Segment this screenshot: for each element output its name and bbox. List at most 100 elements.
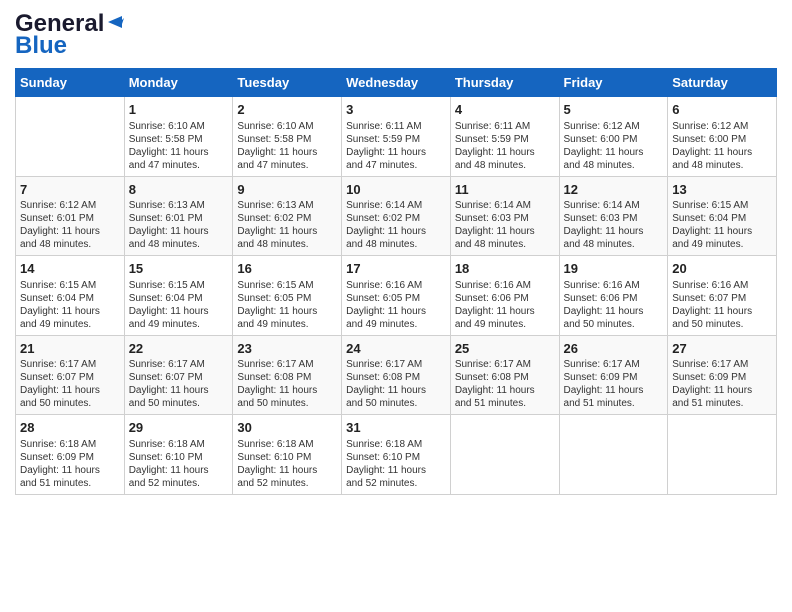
day-number: 14 [20,260,120,278]
day-cell: 21Sunrise: 6:17 AM Sunset: 6:07 PM Dayli… [16,335,125,415]
day-info: Sunrise: 6:11 AM Sunset: 5:59 PM Dayligh… [455,120,555,172]
day-info: Sunrise: 6:17 AM Sunset: 6:08 PM Dayligh… [237,358,337,410]
day-info: Sunrise: 6:18 AM Sunset: 6:10 PM Dayligh… [346,438,446,490]
day-number: 28 [20,419,120,437]
day-cell [16,97,125,177]
day-info: Sunrise: 6:18 AM Sunset: 6:10 PM Dayligh… [129,438,229,490]
day-number: 23 [237,340,337,358]
day-number: 22 [129,340,229,358]
day-number: 8 [129,181,229,199]
day-cell: 5Sunrise: 6:12 AM Sunset: 6:00 PM Daylig… [559,97,668,177]
day-cell: 10Sunrise: 6:14 AM Sunset: 6:02 PM Dayli… [342,176,451,256]
day-number: 30 [237,419,337,437]
calendar-container: General Blue SundayMondayTuesdayWednesda… [0,0,792,505]
day-cell: 31Sunrise: 6:18 AM Sunset: 6:10 PM Dayli… [342,415,451,495]
day-number: 3 [346,101,446,119]
day-cell: 19Sunrise: 6:16 AM Sunset: 6:06 PM Dayli… [559,256,668,336]
day-cell: 4Sunrise: 6:11 AM Sunset: 5:59 PM Daylig… [450,97,559,177]
logo-blue: Blue [15,32,67,60]
calendar-table: SundayMondayTuesdayWednesdayThursdayFrid… [15,68,777,495]
day-info: Sunrise: 6:18 AM Sunset: 6:09 PM Dayligh… [20,438,120,490]
day-cell: 26Sunrise: 6:17 AM Sunset: 6:09 PM Dayli… [559,335,668,415]
day-cell: 8Sunrise: 6:13 AM Sunset: 6:01 PM Daylig… [124,176,233,256]
day-info: Sunrise: 6:12 AM Sunset: 6:01 PM Dayligh… [20,199,120,251]
day-cell: 6Sunrise: 6:12 AM Sunset: 6:00 PM Daylig… [668,97,777,177]
day-info: Sunrise: 6:17 AM Sunset: 6:08 PM Dayligh… [455,358,555,410]
day-cell: 27Sunrise: 6:17 AM Sunset: 6:09 PM Dayli… [668,335,777,415]
day-cell: 29Sunrise: 6:18 AM Sunset: 6:10 PM Dayli… [124,415,233,495]
day-info: Sunrise: 6:12 AM Sunset: 6:00 PM Dayligh… [672,120,772,172]
day-info: Sunrise: 6:12 AM Sunset: 6:00 PM Dayligh… [564,120,664,172]
weekday-header-saturday: Saturday [668,69,777,97]
day-number: 2 [237,101,337,119]
day-number: 20 [672,260,772,278]
day-cell: 14Sunrise: 6:15 AM Sunset: 6:04 PM Dayli… [16,256,125,336]
day-info: Sunrise: 6:16 AM Sunset: 6:06 PM Dayligh… [564,279,664,331]
day-number: 4 [455,101,555,119]
day-cell: 25Sunrise: 6:17 AM Sunset: 6:08 PM Dayli… [450,335,559,415]
week-row-3: 14Sunrise: 6:15 AM Sunset: 6:04 PM Dayli… [16,256,777,336]
day-number: 21 [20,340,120,358]
weekday-header-friday: Friday [559,69,668,97]
day-number: 29 [129,419,229,437]
day-info: Sunrise: 6:17 AM Sunset: 6:07 PM Dayligh… [20,358,120,410]
day-number: 5 [564,101,664,119]
day-info: Sunrise: 6:16 AM Sunset: 6:07 PM Dayligh… [672,279,772,331]
day-number: 25 [455,340,555,358]
day-cell: 24Sunrise: 6:17 AM Sunset: 6:08 PM Dayli… [342,335,451,415]
day-info: Sunrise: 6:13 AM Sunset: 6:01 PM Dayligh… [129,199,229,251]
day-number: 27 [672,340,772,358]
day-number: 10 [346,181,446,199]
day-cell: 3Sunrise: 6:11 AM Sunset: 5:59 PM Daylig… [342,97,451,177]
day-cell [450,415,559,495]
day-cell [559,415,668,495]
week-row-4: 21Sunrise: 6:17 AM Sunset: 6:07 PM Dayli… [16,335,777,415]
day-info: Sunrise: 6:16 AM Sunset: 6:05 PM Dayligh… [346,279,446,331]
weekday-header-thursday: Thursday [450,69,559,97]
day-cell: 18Sunrise: 6:16 AM Sunset: 6:06 PM Dayli… [450,256,559,336]
day-cell [668,415,777,495]
day-cell: 22Sunrise: 6:17 AM Sunset: 6:07 PM Dayli… [124,335,233,415]
day-number: 15 [129,260,229,278]
day-info: Sunrise: 6:15 AM Sunset: 6:04 PM Dayligh… [20,279,120,331]
day-info: Sunrise: 6:17 AM Sunset: 6:07 PM Dayligh… [129,358,229,410]
day-info: Sunrise: 6:18 AM Sunset: 6:10 PM Dayligh… [237,438,337,490]
weekday-header-row: SundayMondayTuesdayWednesdayThursdayFrid… [16,69,777,97]
day-cell: 9Sunrise: 6:13 AM Sunset: 6:02 PM Daylig… [233,176,342,256]
day-number: 7 [20,181,120,199]
day-cell: 30Sunrise: 6:18 AM Sunset: 6:10 PM Dayli… [233,415,342,495]
day-cell: 17Sunrise: 6:16 AM Sunset: 6:05 PM Dayli… [342,256,451,336]
day-info: Sunrise: 6:11 AM Sunset: 5:59 PM Dayligh… [346,120,446,172]
weekday-header-tuesday: Tuesday [233,69,342,97]
day-cell: 15Sunrise: 6:15 AM Sunset: 6:04 PM Dayli… [124,256,233,336]
day-number: 12 [564,181,664,199]
day-info: Sunrise: 6:14 AM Sunset: 6:03 PM Dayligh… [455,199,555,251]
day-info: Sunrise: 6:10 AM Sunset: 5:58 PM Dayligh… [129,120,229,172]
day-number: 24 [346,340,446,358]
day-number: 19 [564,260,664,278]
logo: General Blue [15,10,124,60]
day-cell: 7Sunrise: 6:12 AM Sunset: 6:01 PM Daylig… [16,176,125,256]
day-cell: 13Sunrise: 6:15 AM Sunset: 6:04 PM Dayli… [668,176,777,256]
day-cell: 12Sunrise: 6:14 AM Sunset: 6:03 PM Dayli… [559,176,668,256]
weekday-header-wednesday: Wednesday [342,69,451,97]
week-row-2: 7Sunrise: 6:12 AM Sunset: 6:01 PM Daylig… [16,176,777,256]
day-number: 6 [672,101,772,119]
day-info: Sunrise: 6:10 AM Sunset: 5:58 PM Dayligh… [237,120,337,172]
day-cell: 20Sunrise: 6:16 AM Sunset: 6:07 PM Dayli… [668,256,777,336]
day-cell: 28Sunrise: 6:18 AM Sunset: 6:09 PM Dayli… [16,415,125,495]
day-number: 1 [129,101,229,119]
day-info: Sunrise: 6:17 AM Sunset: 6:08 PM Dayligh… [346,358,446,410]
logo-bird-icon [106,12,124,32]
day-number: 26 [564,340,664,358]
day-info: Sunrise: 6:17 AM Sunset: 6:09 PM Dayligh… [564,358,664,410]
weekday-header-sunday: Sunday [16,69,125,97]
day-number: 16 [237,260,337,278]
day-number: 13 [672,181,772,199]
day-cell: 1Sunrise: 6:10 AM Sunset: 5:58 PM Daylig… [124,97,233,177]
day-cell: 23Sunrise: 6:17 AM Sunset: 6:08 PM Dayli… [233,335,342,415]
day-info: Sunrise: 6:14 AM Sunset: 6:02 PM Dayligh… [346,199,446,251]
week-row-5: 28Sunrise: 6:18 AM Sunset: 6:09 PM Dayli… [16,415,777,495]
weekday-header-monday: Monday [124,69,233,97]
day-info: Sunrise: 6:14 AM Sunset: 6:03 PM Dayligh… [564,199,664,251]
